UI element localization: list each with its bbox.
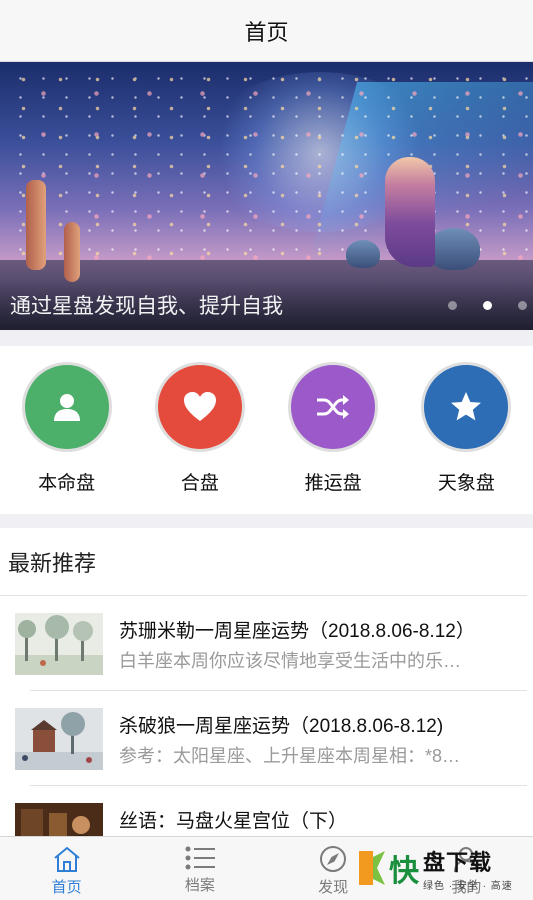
banner-pot <box>346 240 380 268</box>
banner-rock <box>64 222 80 282</box>
list-item[interactable]: 苏珊米勒一周星座运势（2018.8.06-8.12） 白羊座本周你应该尽情地享受… <box>0 596 533 691</box>
watermark-brand: 快 <box>389 854 419 889</box>
tab-home-label: 首页 <box>51 879 82 896</box>
compass-icon <box>320 846 347 872</box>
banner-page-indicator[interactable] <box>448 301 527 310</box>
quick-action-synastry[interactable]: 合盘 <box>133 346 266 514</box>
banner-rock <box>26 180 46 270</box>
transit-label: 天象盘 <box>437 473 495 494</box>
navigation-bar: 首页 <box>0 0 533 62</box>
natal-chart-label: 本命盘 <box>38 473 96 494</box>
article-thumbnail <box>15 613 103 675</box>
recommendations-section: 最新推荐 苏珊米勒一周星座运势（2018.8.06-8.12） 白羊座本周你应该… <box>0 528 533 838</box>
tab-discover-label: 发现 <box>318 879 349 896</box>
star-icon <box>451 392 482 421</box>
banner-dot[interactable] <box>518 301 527 310</box>
quick-action-progression[interactable]: 推运盘 <box>267 346 400 514</box>
synastry-button[interactable] <box>154 362 245 452</box>
list-icon <box>185 846 215 870</box>
tab-archive[interactable]: 档案 <box>133 837 266 900</box>
banner-dot-active[interactable] <box>483 301 492 310</box>
watermark: 快 盘下载 绿色 · 安全 · 高速 <box>357 842 527 894</box>
natal-chart-button[interactable] <box>21 362 112 452</box>
banner-carousel[interactable]: 通过星盘发现自我、提升自我 <box>0 62 533 330</box>
transit-button[interactable] <box>421 362 512 452</box>
shuffle-icon <box>317 395 350 419</box>
article-title: 丝语：马盘火星宫位（下） <box>119 811 348 832</box>
article-title: 苏珊米勒一周星座运势（2018.8.06-8.12） <box>119 621 475 642</box>
heart-icon <box>183 392 216 421</box>
page-title: 首页 <box>244 19 289 45</box>
quick-action-natal-chart[interactable]: 本命盘 <box>0 346 133 514</box>
section-heading: 最新推荐 <box>0 528 527 596</box>
progression-button[interactable] <box>288 362 379 452</box>
article-summary: 参考：太阳星座、上升星座本周星相：*8… <box>119 746 461 766</box>
quick-action-transit[interactable]: 天象盘 <box>400 346 533 514</box>
banner-pot <box>428 228 480 270</box>
synastry-label: 合盘 <box>180 473 219 494</box>
watermark-logo <box>357 849 387 887</box>
tab-archive-label: 档案 <box>184 877 215 894</box>
watermark-title: 盘下载 <box>423 849 493 875</box>
tab-home[interactable]: 首页 <box>0 837 133 900</box>
progression-label: 推运盘 <box>304 473 362 494</box>
banner-figure <box>385 157 435 267</box>
home-icon <box>53 846 80 872</box>
article-title: 杀破狼一周星座运势（2018.8.06-8.12) <box>119 716 444 737</box>
banner-dot[interactable] <box>448 301 457 310</box>
watermark-slogan: 绿色 · 安全 · 高速 <box>423 880 513 892</box>
person-icon <box>53 394 80 421</box>
article-thumbnail <box>15 803 103 838</box>
list-item[interactable]: 丝语：马盘火星宫位（下） <box>0 786 533 838</box>
quick-actions: 本命盘 合盘 推运盘 天象盘 <box>0 346 533 514</box>
list-item[interactable]: 杀破狼一周星座运势（2018.8.06-8.12) 参考：太阳星座、上升星座本周… <box>0 691 533 786</box>
article-thumbnail <box>15 708 103 770</box>
article-summary: 白羊座本周你应该尽情地享受生活中的乐… <box>119 651 461 671</box>
banner-caption: 通过星盘发现自我、提升自我 <box>10 295 283 318</box>
